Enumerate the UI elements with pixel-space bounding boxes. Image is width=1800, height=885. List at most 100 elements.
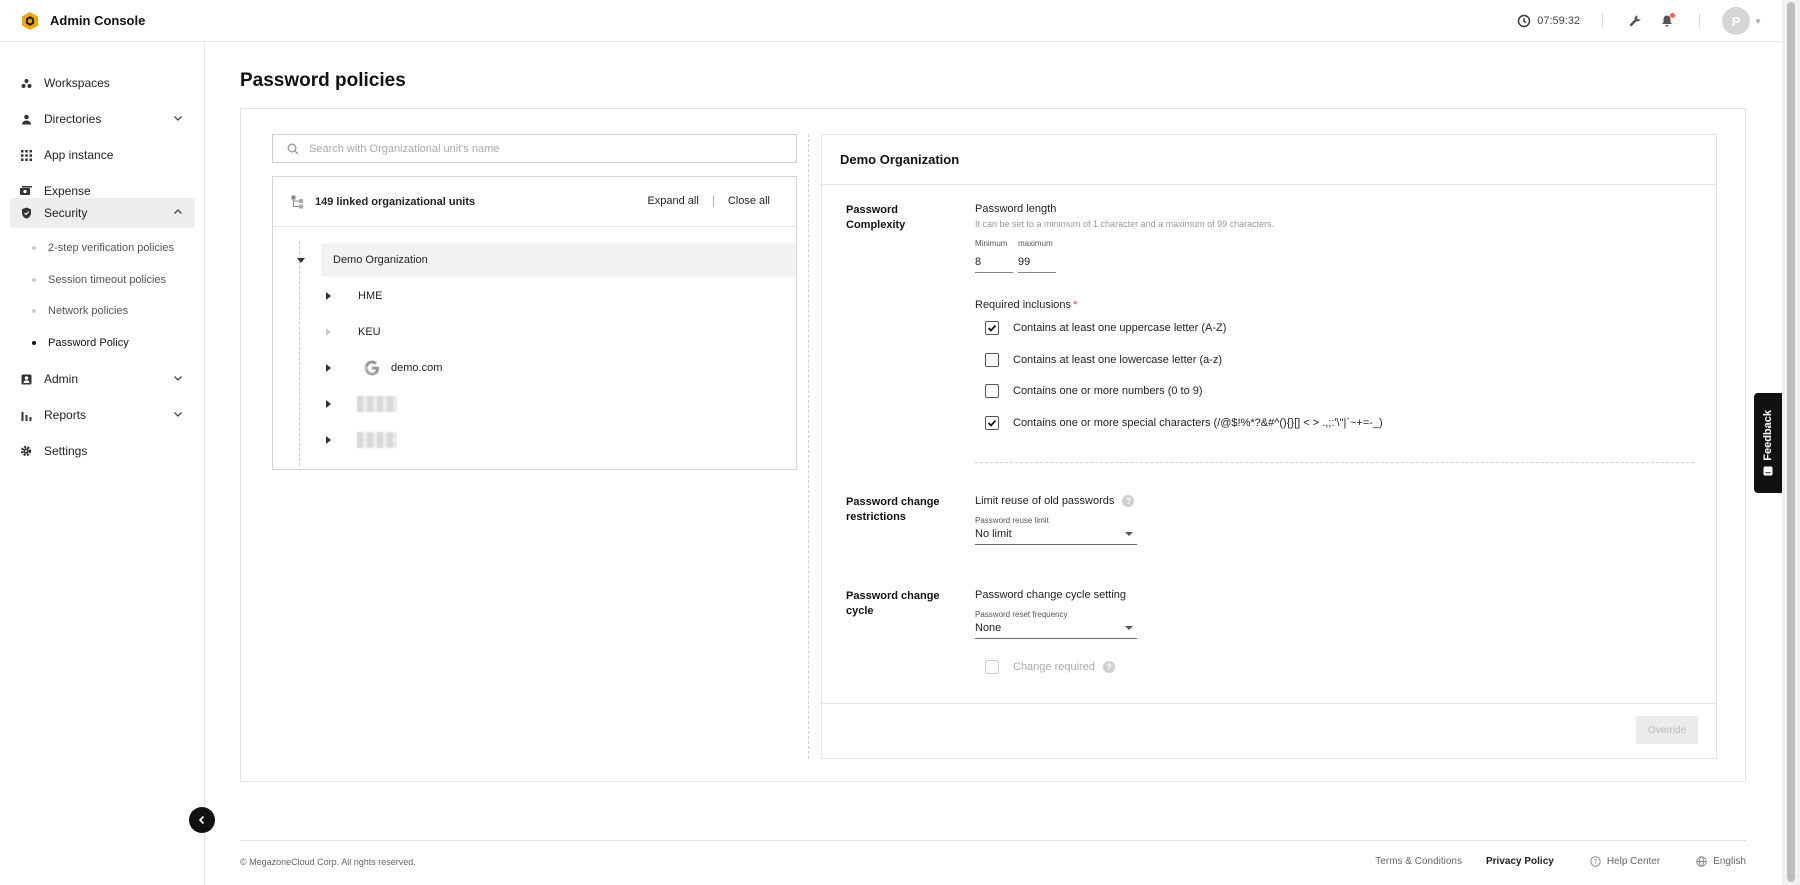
help-icon[interactable]: ? bbox=[1102, 661, 1115, 673]
sidebar-item-label: Directories bbox=[44, 112, 102, 126]
select-value: None bbox=[975, 621, 1002, 634]
expand-all-button[interactable]: Expand all bbox=[647, 195, 698, 207]
admin-icon bbox=[20, 373, 32, 385]
notification-dot bbox=[1670, 13, 1676, 18]
header-divider bbox=[1699, 14, 1701, 28]
timer-text: 07:59:32 bbox=[1537, 15, 1581, 27]
checkbox-unchecked[interactable] bbox=[985, 384, 999, 398]
check-icon bbox=[987, 324, 997, 332]
sidebar-item-settings[interactable]: Settings bbox=[10, 436, 195, 466]
page-scrollbar[interactable] bbox=[1782, 0, 1800, 885]
notifications-button[interactable] bbox=[1657, 11, 1677, 31]
org-search[interactable] bbox=[272, 134, 797, 163]
sidebar-item-workspaces[interactable]: Workspaces bbox=[10, 68, 195, 98]
checkbox-disabled[interactable] bbox=[985, 660, 999, 674]
wrench-icon bbox=[1629, 15, 1641, 27]
caret-down-icon bbox=[1125, 532, 1133, 536]
sidebar-item-label: Admin bbox=[44, 372, 79, 386]
sidebar-item-directories[interactable]: Directories bbox=[10, 104, 195, 134]
min-length-input[interactable]: 8 bbox=[975, 251, 1013, 273]
tree-node[interactable] bbox=[273, 423, 796, 457]
option-special[interactable]: Contains one or more special characters … bbox=[985, 416, 1383, 430]
option-label: Contains one or more special characters … bbox=[1013, 417, 1383, 429]
privacy-link[interactable]: Privacy Policy bbox=[1486, 856, 1554, 867]
expense-icon bbox=[20, 185, 32, 197]
tree-node[interactable]: demo.com bbox=[273, 351, 796, 385]
chevron-down-icon[interactable]: ▼ bbox=[1754, 17, 1762, 26]
org-tree-header: 149 linked organizational units Expand a… bbox=[273, 177, 796, 227]
change-required-option[interactable]: Change required ? bbox=[985, 660, 1115, 674]
section-label-restrictions: Password change restrictions bbox=[846, 496, 940, 523]
policy-card: 149 linked organizational units Expand a… bbox=[240, 108, 1746, 782]
max-length-input[interactable]: 99 bbox=[1018, 251, 1056, 273]
sidebar-item-label: Workspaces bbox=[44, 76, 110, 90]
session-timer[interactable]: 07:59:32 bbox=[1517, 14, 1580, 28]
sidebar-item-security[interactable]: Security bbox=[10, 198, 195, 228]
feedback-tab[interactable]: Feedback bbox=[1754, 393, 1782, 493]
divider bbox=[712, 195, 714, 207]
checkbox-unchecked[interactable] bbox=[985, 353, 999, 367]
override-button[interactable]: Override bbox=[1636, 716, 1698, 744]
max-label: maximum bbox=[1018, 239, 1053, 248]
caret-down-icon[interactable] bbox=[297, 258, 305, 263]
language-selector[interactable]: English bbox=[1696, 856, 1746, 867]
bullet bbox=[32, 309, 36, 313]
chevron-down-icon bbox=[174, 116, 182, 121]
min-label: Minimum bbox=[975, 239, 1008, 248]
logo-icon bbox=[22, 11, 38, 30]
tree-node[interactable] bbox=[273, 387, 796, 421]
sidebar-collapse-button[interactable] bbox=[189, 807, 215, 833]
sidebar-item-reports[interactable]: Reports bbox=[10, 400, 195, 430]
caret-right-icon[interactable] bbox=[326, 400, 331, 408]
terms-link[interactable]: Terms & Conditions bbox=[1375, 856, 1462, 867]
option-label: Contains at least one lowercase letter (… bbox=[1013, 354, 1223, 366]
search-input[interactable] bbox=[309, 142, 789, 155]
reuse-title: Limit reuse of old passwords ? bbox=[975, 495, 1135, 507]
option-numbers[interactable]: Contains one or more numbers (0 to 9) bbox=[985, 384, 1203, 398]
sidebar-subitem-label: Password Policy bbox=[48, 337, 129, 349]
checkbox-checked[interactable] bbox=[985, 321, 999, 335]
scrollbar-thumb[interactable] bbox=[1787, 2, 1795, 882]
sidebar-subitem-session-timeout[interactable]: Session timeout policies bbox=[32, 274, 166, 286]
avatar[interactable]: P bbox=[1722, 7, 1751, 35]
caret-right-icon[interactable] bbox=[326, 436, 331, 444]
user-icon bbox=[20, 113, 32, 125]
tree-node-label: Demo Organization bbox=[333, 254, 428, 266]
help-center-link[interactable]: ? Help Center bbox=[1590, 856, 1660, 867]
footer-divider bbox=[240, 840, 1746, 841]
chevron-up-icon bbox=[174, 209, 182, 214]
globe-icon bbox=[1696, 856, 1707, 867]
reuse-limit-select[interactable]: No limit bbox=[975, 523, 1137, 545]
sidebar-item-app-instance[interactable]: App instance bbox=[10, 140, 195, 170]
workspaces-icon bbox=[20, 77, 32, 89]
tree-node[interactable]: HME bbox=[273, 279, 796, 313]
close-all-button[interactable]: Close all bbox=[728, 195, 770, 207]
help-icon: ? bbox=[1590, 856, 1601, 867]
tree-node-root[interactable]: Demo Organization bbox=[321, 243, 796, 277]
bullet bbox=[32, 341, 36, 345]
tools-button[interactable] bbox=[1625, 11, 1645, 31]
caret-right-icon[interactable] bbox=[326, 364, 331, 372]
option-uppercase[interactable]: Contains at least one uppercase letter (… bbox=[985, 321, 1226, 335]
tree-node-label: HME bbox=[358, 290, 383, 302]
tree-node[interactable]: KEU bbox=[273, 315, 796, 349]
sidebar-subitem-network[interactable]: Network policies bbox=[32, 305, 128, 317]
gear-icon bbox=[20, 445, 32, 457]
reset-frequency-select[interactable]: None bbox=[975, 617, 1137, 639]
logo[interactable]: Admin Console bbox=[20, 11, 145, 31]
sidebar-subitem-label: Session timeout policies bbox=[48, 274, 167, 286]
reports-icon bbox=[20, 409, 32, 421]
header-divider bbox=[1602, 14, 1604, 28]
section-divider bbox=[975, 462, 1694, 463]
checkbox-checked[interactable] bbox=[985, 416, 999, 430]
sidebar-item-label: App instance bbox=[44, 148, 114, 162]
grid-icon bbox=[20, 149, 32, 161]
caret-right-icon[interactable] bbox=[326, 292, 331, 300]
help-icon[interactable]: ? bbox=[1122, 495, 1135, 507]
panel-footer-divider bbox=[822, 703, 1716, 704]
sidebar-subitem-password-policy[interactable]: Password Policy bbox=[32, 337, 129, 349]
option-lowercase[interactable]: Contains at least one lowercase letter (… bbox=[985, 353, 1222, 367]
sidebar-item-admin[interactable]: Admin bbox=[10, 364, 195, 394]
sidebar-subitem-2step[interactable]: 2-step verification policies bbox=[32, 242, 174, 254]
select-value: No limit bbox=[975, 527, 1012, 540]
